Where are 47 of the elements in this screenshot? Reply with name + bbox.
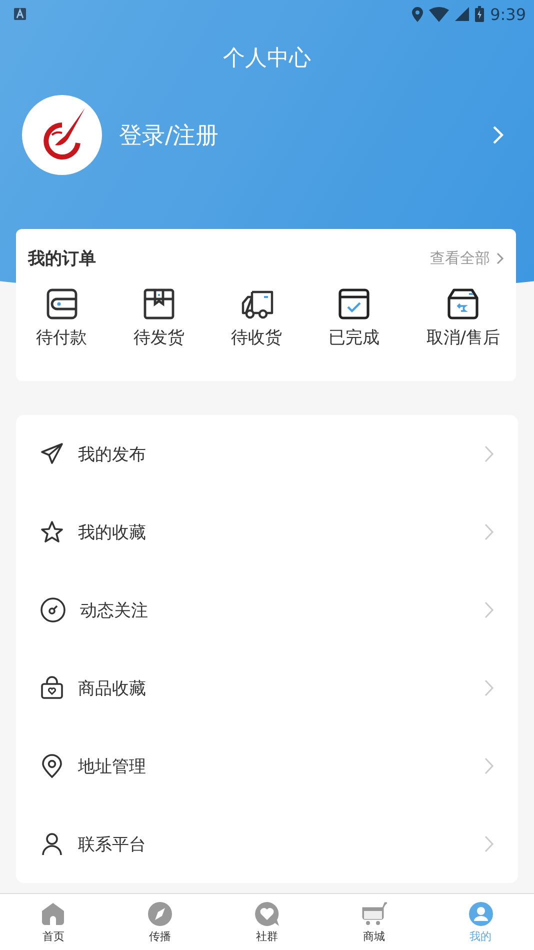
cart-icon <box>360 902 387 926</box>
truck-icon <box>240 288 274 320</box>
menu-item[interactable]: 我的发布 <box>16 415 518 493</box>
box-icon <box>143 288 176 320</box>
battery-icon <box>475 6 484 22</box>
return-box-icon <box>447 288 480 320</box>
gauge-icon <box>40 597 66 623</box>
shopping-bag-icon <box>40 676 64 700</box>
chevron-right-icon <box>484 445 494 463</box>
order-status-item[interactable]: 待发货 <box>134 288 185 349</box>
chevron-right-icon <box>484 757 494 775</box>
orders-title: 我的订单 <box>28 248 96 270</box>
paper-plane-icon <box>40 442 64 466</box>
page-title: 个人中心 <box>222 45 312 73</box>
notification-icon <box>14 8 26 20</box>
order-status-item[interactable]: 待收货 <box>231 288 282 349</box>
person-icon <box>40 832 64 856</box>
compass-icon <box>148 902 172 926</box>
menu-item[interactable]: 地址管理 <box>16 727 518 805</box>
wifi-icon <box>429 6 450 22</box>
menu-item[interactable]: 我的收藏 <box>16 493 518 571</box>
menu-item[interactable]: 联系平台 <box>16 805 518 883</box>
tab-item[interactable]: 传播 <box>106 894 214 950</box>
heart-bubble-icon <box>254 902 279 926</box>
menu-item[interactable]: 商品收藏 <box>16 649 518 727</box>
menu-item[interactable]: 动态关注 <box>16 571 518 649</box>
order-status-item[interactable]: 已完成 <box>328 288 380 349</box>
tab-item[interactable]: 商城 <box>320 894 428 950</box>
user-icon <box>468 902 493 926</box>
chevron-right-icon <box>484 679 494 697</box>
location-icon <box>412 6 424 22</box>
home-icon <box>41 902 66 926</box>
star-icon <box>40 520 64 544</box>
chevron-right-icon <box>484 523 494 541</box>
location-pin-icon <box>40 754 64 778</box>
order-status-item[interactable]: 取消/售后 <box>426 288 500 349</box>
tab-item[interactable]: 首页 <box>0 894 107 950</box>
chevron-right-icon <box>496 252 504 265</box>
tab-item[interactable]: 社群 <box>214 894 320 950</box>
clock-time: 9:39 <box>490 4 526 24</box>
chevron-right-icon <box>484 601 494 619</box>
chevron-right-icon <box>484 835 494 853</box>
wallet-icon <box>46 288 78 320</box>
order-status-item[interactable]: 待付款 <box>36 288 87 349</box>
calendar-check-icon <box>338 288 370 320</box>
chevron-right-icon[interactable] <box>492 125 504 145</box>
signal-icon <box>455 7 470 21</box>
